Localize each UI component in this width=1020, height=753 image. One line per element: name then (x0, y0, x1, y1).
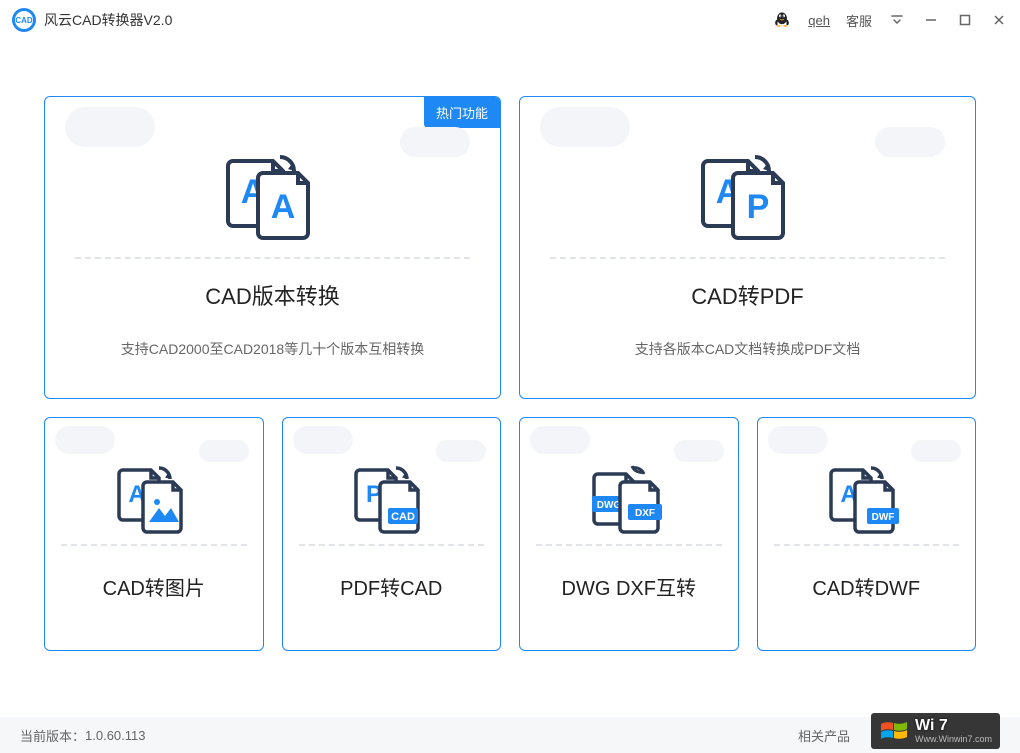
watermark-url: Www.Winwin7.com (915, 735, 992, 745)
app-logo-text: CAD (15, 16, 32, 25)
card-cad-to-image[interactable]: A CAD转图片 (44, 417, 264, 651)
card-title: PDF转CAD (340, 572, 442, 601)
svg-text:A: A (270, 188, 295, 226)
svg-text:CAD: CAD (391, 511, 415, 523)
card-cad-version-convert[interactable]: 热门功能 A A CAD版本转换 支持CAD2000至CAD2018等几十个版本… (44, 96, 501, 399)
windows-flag-icon (879, 718, 909, 744)
maximize-icon[interactable] (956, 11, 974, 29)
minimize-icon[interactable] (922, 11, 940, 29)
cad-version-convert-icon: A A (218, 143, 328, 243)
cad-to-pdf-icon: A P (693, 143, 803, 243)
user-link[interactable]: qeh (808, 13, 830, 28)
card-dwg-dxf-convert[interactable]: DWG DXF DWG DXF互转 (519, 417, 739, 651)
cad-to-image-icon: A (113, 460, 195, 538)
card-description: 支持CAD2000至CAD2018等几十个版本互相转换 (121, 339, 424, 359)
menu-dropdown-icon[interactable] (888, 11, 906, 29)
app-title: 风云CAD转换器V2.0 (44, 10, 172, 30)
qq-icon[interactable] (772, 10, 792, 30)
card-cad-to-pdf[interactable]: A P CAD转PDF 支持各版本CAD文档转换成PDF文档 (519, 96, 976, 399)
title-bar: CAD 风云CAD转换器V2.0 qeh 客服 (0, 0, 1020, 40)
version-label: 当前版本： (20, 726, 85, 745)
cad-to-dwf-icon: A DWF (825, 460, 907, 538)
card-title: CAD转DWF (812, 572, 920, 601)
card-cad-to-dwf[interactable]: A DWF CAD转DWF (757, 417, 977, 651)
svg-text:P: P (746, 188, 769, 226)
card-title: CAD转PDF (691, 279, 803, 311)
svg-text:DXF: DXF (635, 508, 655, 519)
footer-bar: 当前版本： 1.0.60.113 相关产品 (0, 717, 1020, 753)
watermark-title: Wi 7 (915, 717, 948, 735)
card-title: DWG DXF互转 (562, 572, 696, 601)
dwg-dxf-icon: DWG DXF (588, 460, 670, 538)
version-value: 1.0.60.113 (85, 728, 145, 743)
customer-service-link[interactable]: 客服 (846, 11, 872, 30)
pdf-to-cad-icon: P CAD (350, 460, 432, 538)
watermark-logo: Wi 7 Www.Winwin7.com (871, 713, 1000, 749)
svg-text:DWF: DWF (872, 512, 895, 523)
close-icon[interactable] (990, 11, 1008, 29)
related-products-label[interactable]: 相关产品 (798, 726, 850, 745)
hot-badge: 热门功能 (424, 97, 500, 128)
main-content: 热门功能 A A CAD版本转换 支持CAD2000至CAD2018等几十个版本… (0, 40, 1020, 651)
card-title: CAD版本转换 (205, 279, 339, 311)
svg-text:DWG: DWG (597, 500, 622, 511)
app-logo: CAD (12, 8, 36, 32)
card-pdf-to-cad[interactable]: P CAD PDF转CAD (282, 417, 502, 651)
card-description: 支持各版本CAD文档转换成PDF文档 (635, 339, 861, 359)
card-title: CAD转图片 (103, 572, 205, 601)
